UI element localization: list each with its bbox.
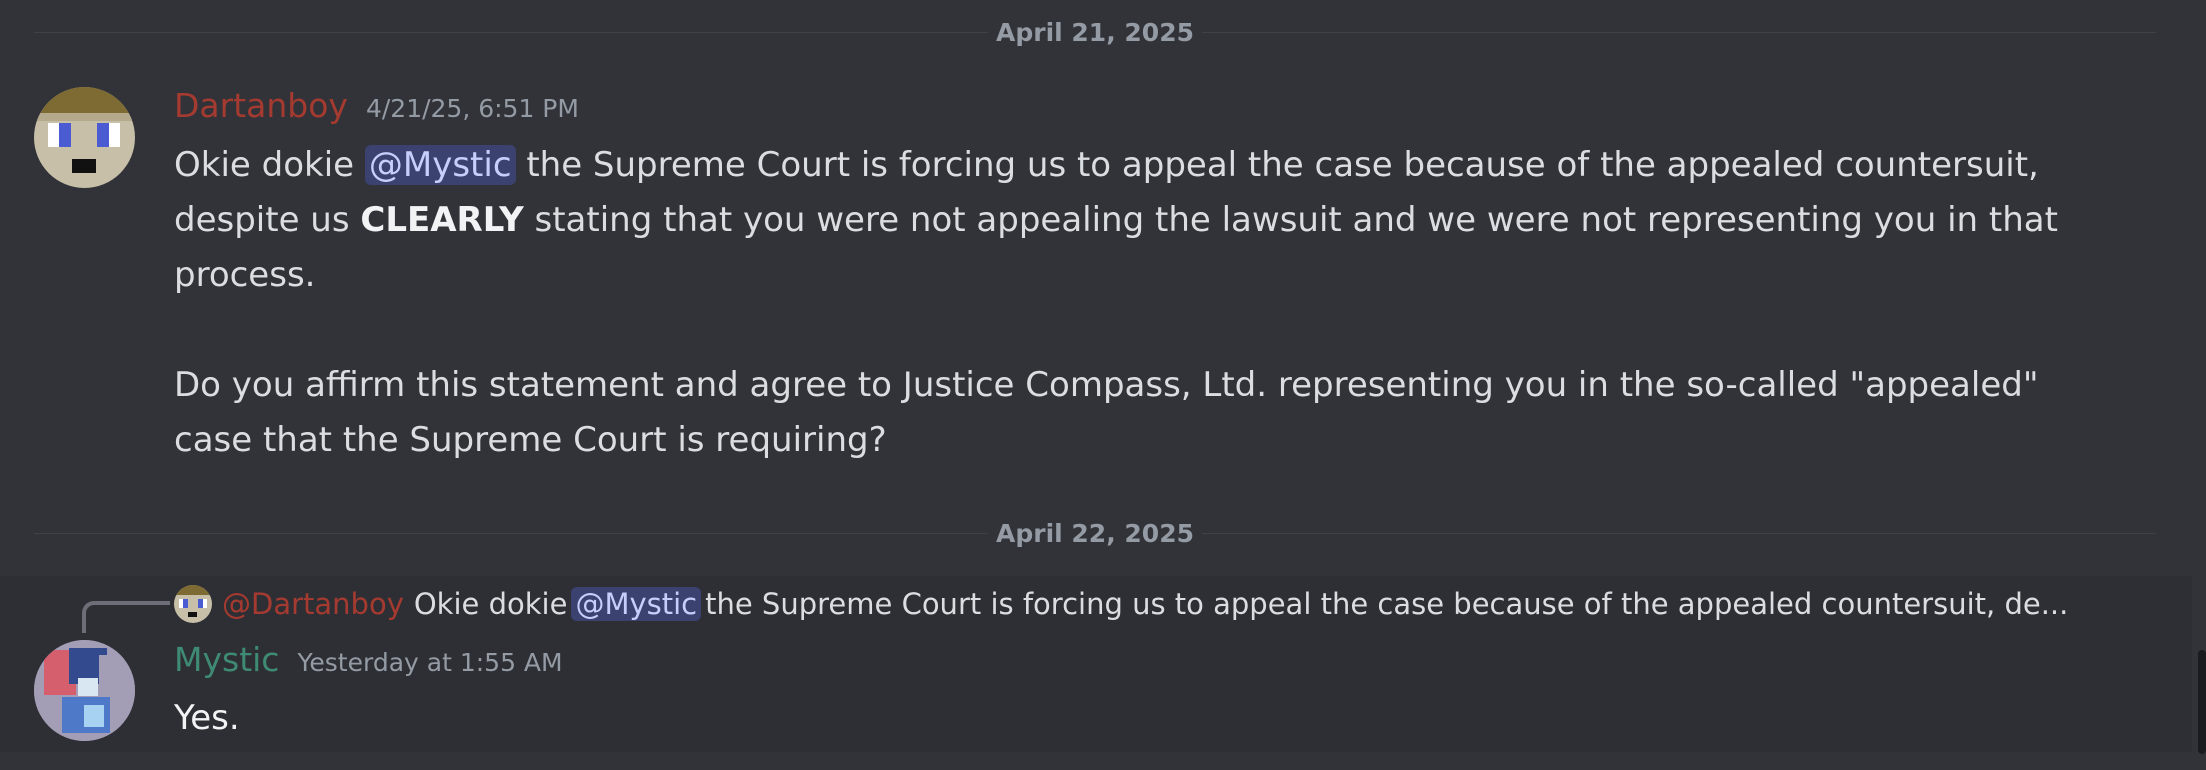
date-divider: April 21, 2025 [34,17,2156,49]
reply-mention[interactable]: @Mystic [571,587,702,621]
avatar-eye-left [59,123,71,147]
avatar-face [78,678,98,696]
avatar-highlight [84,705,104,727]
reply-text: the Supreme Court is forcing us to appea… [705,587,2069,621]
message-text: Okie dokie [174,145,365,185]
message-content: Okie dokie @Mystic the Supreme Court is … [174,138,2124,468]
message-paragraph: Do you affirm this statement and agree t… [174,365,2039,460]
avatar-eye-left [183,599,188,608]
message-content: Yes. [174,698,240,738]
username-dartanboy[interactable]: Dartanboy [174,86,348,125]
message-header: Mystic Yesterday at 1:55 AM [174,640,563,688]
user-mention[interactable]: @Mystic [364,145,516,185]
chat-viewport: April 21, 2025 Dartanboy 4/21/25, 6:51 P… [0,0,2206,770]
reply-spine-icon [82,601,170,633]
avatar-dartanboy[interactable] [34,87,135,188]
avatar-mouth [72,159,96,173]
avatar-mystic[interactable] [34,640,135,741]
username-mystic[interactable]: Mystic [174,640,279,679]
bold-text: CLEARLY [360,200,524,240]
message-paragraph: Okie dokie @Mystic the Supreme Court is … [174,138,2124,303]
avatar-eye-white-right [109,123,120,147]
date-divider-label: April 22, 2025 [988,518,1202,550]
avatar-mouth [188,612,197,617]
avatar-hair [34,87,135,113]
message-timestamp[interactable]: Yesterday at 1:55 AM [297,648,562,677]
avatar-forehead [34,113,135,121]
date-divider-label: April 21, 2025 [988,17,1202,49]
reply-author[interactable]: @Dartanboy [222,587,404,621]
message-header: Dartanboy 4/21/25, 6:51 PM [174,86,579,136]
avatar-hair [174,585,212,595]
message-timestamp[interactable]: 4/21/25, 6:51 PM [366,94,579,123]
avatar-eye-white-right [203,599,207,608]
reply-preview[interactable]: @Dartanboy Okie dokie @Mystic the Suprem… [174,582,2174,626]
avatar-eye-right [97,123,109,147]
reply-avatar[interactable] [174,585,212,623]
avatar-background [99,655,124,700]
reply-text: Okie dokie [413,587,568,621]
avatar-eye-white-left [48,123,59,147]
scrollbar[interactable] [2198,650,2206,754]
date-divider: April 22, 2025 [34,518,2156,550]
